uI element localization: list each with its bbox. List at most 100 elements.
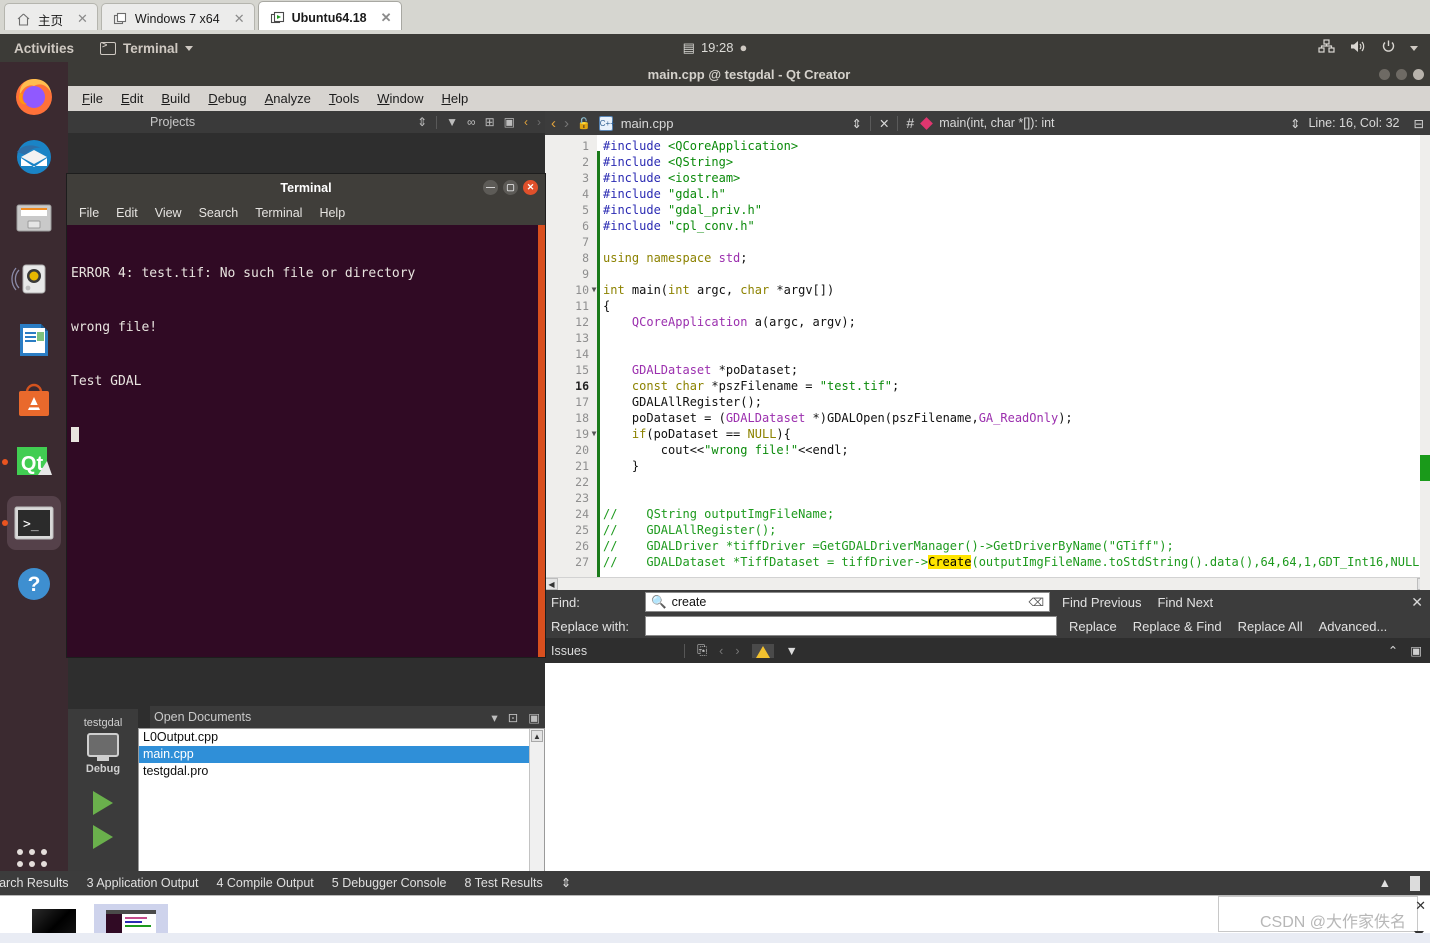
terminal-icon[interactable]: >_ xyxy=(2,496,61,550)
chevron-right-icon[interactable]: › xyxy=(537,115,541,129)
code-line[interactable]: if(poDataset == NULL){ xyxy=(603,426,791,442)
chevron-left-icon[interactable]: ‹ xyxy=(524,115,528,129)
code-line[interactable]: } xyxy=(603,458,639,474)
output-tab-compile-output[interactable]: 4 Compile Output xyxy=(207,871,322,895)
maximize-icon[interactable] xyxy=(1396,68,1407,80)
split-editor-icon[interactable]: ⊟ xyxy=(1414,116,1424,131)
split-icon[interactable]: ⊡ xyxy=(508,710,518,725)
close-icon[interactable]: ✕ xyxy=(381,10,392,26)
maximize-icon[interactable]: ▣ xyxy=(1410,643,1422,658)
list-item[interactable]: L0Output.cpp xyxy=(139,729,544,746)
list-item[interactable]: main.cpp xyxy=(139,746,544,763)
replace-and-find-button[interactable]: Replace & Find xyxy=(1133,619,1222,634)
firefox-icon[interactable] xyxy=(7,69,61,123)
clock[interactable]: ▤ 19:28 ● xyxy=(0,40,1430,56)
scroll-thumb[interactable] xyxy=(1420,455,1430,481)
find-input[interactable]: 🔍 create ⌫ xyxy=(645,592,1050,612)
close-pane-icon[interactable]: ▣ xyxy=(528,710,540,725)
issues-pane-body[interactable] xyxy=(545,663,1430,871)
find-previous-button[interactable]: Find Previous xyxy=(1062,595,1141,610)
terminal-menu-edit[interactable]: Edit xyxy=(116,206,138,220)
close-icon[interactable] xyxy=(1413,68,1424,80)
libreoffice-writer-icon[interactable] xyxy=(7,313,61,367)
unlocked-icon[interactable]: 🔓 xyxy=(577,117,591,130)
close-icon[interactable]: ✕ xyxy=(523,180,538,195)
projects-pane-toolbar[interactable]: ⇕ ▼ ∞ ⊞ ▣ ‹ › xyxy=(417,115,541,129)
issues-pane-controls[interactable]: ⌃ ▣ xyxy=(1388,643,1430,658)
terminal-window-controls[interactable]: — ▢ ✕ xyxy=(483,180,538,195)
run-button[interactable] xyxy=(93,791,113,815)
editor-filename[interactable]: main.cpp xyxy=(621,116,674,131)
editor-vscrollbar[interactable] xyxy=(1420,135,1430,590)
next-issue-icon[interactable]: › xyxy=(735,644,739,658)
terminal-menu-file[interactable]: File xyxy=(79,206,99,220)
kit-selector-button[interactable] xyxy=(68,733,138,761)
qtcreator-icon[interactable]: Qt xyxy=(2,435,61,489)
help-icon[interactable]: ? xyxy=(7,557,61,611)
power-icon[interactable] xyxy=(1381,39,1396,57)
copy-icon[interactable]: ⎘ xyxy=(697,643,707,658)
sort-chevrons-icon[interactable]: ⇕ xyxy=(417,115,427,129)
volume-icon[interactable] xyxy=(1349,39,1367,57)
hash-icon[interactable]: # xyxy=(906,115,914,131)
terminal-scrollbar[interactable] xyxy=(538,225,545,657)
chevron-left-icon[interactable]: ‹ xyxy=(551,115,556,132)
menu-edit[interactable]: Edit xyxy=(121,91,143,106)
terminal-menu-search[interactable]: Search xyxy=(199,206,239,220)
system-tray[interactable] xyxy=(1318,39,1418,57)
close-icon[interactable]: ✕ xyxy=(879,116,889,131)
menu-analyze[interactable]: Analyze xyxy=(265,91,311,106)
menu-debug[interactable]: Debug xyxy=(208,91,246,106)
filter-icon[interactable]: ▼ xyxy=(786,644,798,658)
terminal-menu-terminal[interactable]: Terminal xyxy=(255,206,302,220)
network-icon[interactable] xyxy=(1318,39,1335,57)
updown-chevrons-icon[interactable]: ⇕ xyxy=(552,871,580,895)
code-line[interactable]: #include <QString> xyxy=(603,154,733,170)
warning-icon[interactable] xyxy=(751,643,774,658)
filter-icon[interactable]: ▼ xyxy=(446,115,458,129)
minimize-icon[interactable]: ▣ xyxy=(504,115,515,129)
code-line[interactable]: #include "gdal_priv.h" xyxy=(603,202,762,218)
output-tab-search-results[interactable]: 2 Search Results xyxy=(0,871,78,895)
code-line[interactable]: const char *pszFilename = "test.tif"; xyxy=(603,378,899,394)
code-line[interactable]: // GDALDataset *TiffDataset = tiffDriver… xyxy=(603,554,1427,570)
menu-file[interactable]: File xyxy=(82,91,103,106)
ubuntu-software-icon[interactable] xyxy=(7,374,61,428)
open-documents-toolbar[interactable]: ▾ ⊡ ▣ xyxy=(491,710,540,725)
minimize-icon[interactable]: — xyxy=(483,180,498,195)
code-line[interactable]: int main(int argc, char *argv[]) xyxy=(603,282,834,298)
code-line[interactable]: #include <iostream> xyxy=(603,170,740,186)
terminal-output[interactable]: ERROR 4: test.tif: No such file or direc… xyxy=(67,225,545,484)
files-icon[interactable] xyxy=(7,191,61,245)
code-line[interactable]: #include <QCoreApplication> xyxy=(603,138,798,154)
scroll-up-icon[interactable]: ▲ xyxy=(531,730,543,742)
code-line[interactable]: cout<<"wrong file!"<<endl; xyxy=(603,442,849,458)
maximize-pane-icon[interactable] xyxy=(1405,875,1420,891)
code-line[interactable]: // GDALDriver *tiffDriver =GetGDALDriver… xyxy=(603,538,1174,554)
output-tab-test-results[interactable]: 8 Test Results xyxy=(455,871,551,895)
advanced-button[interactable]: Advanced... xyxy=(1319,619,1388,634)
thunderbird-icon[interactable] xyxy=(7,130,61,184)
output-tab-debugger-console[interactable]: 5 Debugger Console xyxy=(323,871,456,895)
chevron-down-icon[interactable]: ▾ xyxy=(491,710,497,725)
close-icon[interactable]: ✕ xyxy=(234,11,245,27)
prev-issue-icon[interactable]: ‹ xyxy=(719,644,723,658)
minimize-icon[interactable] xyxy=(1379,68,1390,80)
menu-tools[interactable]: Tools xyxy=(329,91,359,106)
close-icon[interactable]: ✕ xyxy=(1415,898,1426,914)
chevron-right-icon[interactable]: › xyxy=(564,115,569,132)
menu-help[interactable]: Help xyxy=(441,91,468,106)
list-item[interactable]: testgdal.pro xyxy=(139,763,544,780)
code-line[interactable]: GDALDataset *poDataset; xyxy=(603,362,798,378)
maximize-icon[interactable]: ▢ xyxy=(503,180,518,195)
fold-toggle-icon[interactable]: ▼ xyxy=(589,282,599,298)
terminal-menu-view[interactable]: View xyxy=(155,206,182,220)
link-icon[interactable]: ∞ xyxy=(467,115,476,129)
code-line[interactable]: // QString outputImgFileName; xyxy=(603,506,834,522)
menu-window[interactable]: Window xyxy=(377,91,423,106)
code-editor[interactable]: 1 #include <QCoreApplication> 2 #include <Q… xyxy=(545,135,1430,590)
chevron-down-icon[interactable] xyxy=(1410,45,1418,51)
code-line[interactable]: using namespace std; xyxy=(603,250,748,266)
split-add-icon[interactable]: ⊞ xyxy=(485,115,495,129)
close-icon[interactable]: ✕ xyxy=(1411,594,1423,611)
